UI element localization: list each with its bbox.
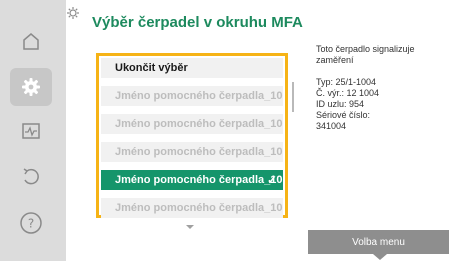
list-item[interactable]: Jméno pomocného čerpadla_1003	[101, 142, 283, 162]
pump-info-description: Toto čerpadlo signalizuje zaměření	[316, 44, 415, 65]
list-item[interactable]: Jméno pomocného čerpadla_1001	[101, 86, 283, 106]
page-title: Výběr čerpadel v okruhu MFA	[92, 14, 303, 31]
pump-info-panel: Toto čerpadlo signalizuje zaměření Typ: …	[316, 44, 444, 132]
scroll-down-arrow-icon	[186, 225, 194, 229]
help-icon: ?	[20, 212, 42, 234]
finish-selection-item[interactable]: Ukončit výběr	[101, 58, 283, 78]
list-item-label: Jméno pomocného čerpadla_1004	[115, 174, 283, 186]
pump-product-number: Č. výr.: 12 1004	[316, 88, 380, 98]
menu-selection-label: Volba menu	[352, 236, 405, 248]
gear-icon	[67, 7, 79, 19]
home-button[interactable]	[10, 22, 52, 60]
settings-button[interactable]	[10, 68, 52, 106]
pump-selection-list: Ukončit výběr Jméno pomocného čerpadla_1…	[96, 53, 288, 218]
help-button[interactable]: ?	[10, 204, 52, 242]
list-item[interactable]: Jméno pomocného čerpadla_1005	[101, 198, 283, 218]
serial-number-value: 341004	[316, 121, 347, 131]
diagnostics-icon	[22, 123, 40, 139]
diagnostics-button[interactable]	[10, 112, 52, 150]
pump-type: Typ: 25/1-1004	[316, 77, 377, 87]
gear-icon	[22, 78, 40, 96]
serial-number-label: Sériové číslo:	[316, 110, 371, 120]
undo-icon	[23, 168, 39, 185]
check-icon: ✓	[266, 173, 277, 187]
menu-selection-button[interactable]: Volba menu	[308, 230, 449, 254]
pump-node-id: ID uzlu: 954	[316, 99, 365, 109]
svg-text:?: ?	[28, 217, 34, 231]
undo-button[interactable]	[10, 158, 52, 196]
home-icon	[23, 33, 39, 50]
action-pointer-icon	[373, 254, 387, 260]
scrollbar[interactable]	[292, 82, 294, 112]
list-item-selected[interactable]: Jméno pomocného čerpadla_1004 ✓	[101, 170, 283, 190]
sidebar: ?	[0, 0, 66, 261]
list-item[interactable]: Jméno pomocného čerpadla_1002	[101, 114, 283, 134]
